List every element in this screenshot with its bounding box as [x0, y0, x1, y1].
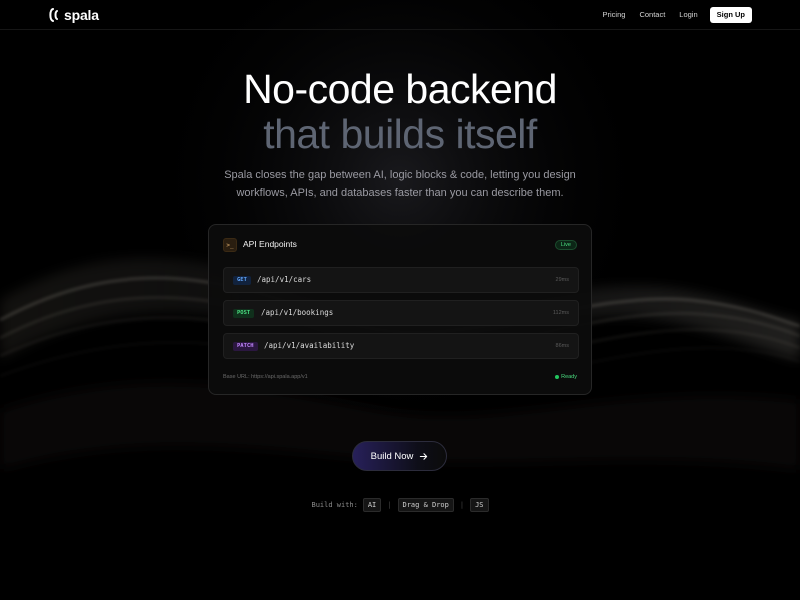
option-ai[interactable]: AI — [362, 498, 382, 512]
top-navigation: spala Pricing Contact Login Sign Up — [0, 0, 800, 30]
nav-link-login[interactable]: Login — [679, 10, 697, 19]
ready-label: Ready — [561, 374, 577, 380]
nav-links: Pricing Contact Login Sign Up — [603, 6, 752, 23]
hero-subtitle: Spala closes the gap between AI, logic b… — [200, 166, 600, 202]
endpoint-latency: 29ms — [555, 277, 569, 283]
hero-subtitle-line-2: workflows, APIs, and databases faster th… — [236, 187, 564, 199]
terminal-icon: >_ — [223, 238, 237, 252]
endpoint-latency: 112ms — [552, 310, 569, 316]
build-with-label: Build with: — [311, 501, 358, 509]
nav-link-pricing[interactable]: Pricing — [603, 10, 626, 19]
method-badge-patch: PATCH — [233, 342, 258, 351]
live-status-badge: Live — [554, 240, 577, 250]
build-now-label: Build Now — [370, 450, 414, 462]
option-drag-and-drop[interactable]: Drag & Drop — [397, 498, 454, 512]
endpoint-path: /api/v1/cars — [257, 275, 312, 284]
brand-name: spala — [64, 6, 99, 23]
separator: | — [459, 501, 465, 509]
arrow-right-icon — [420, 452, 428, 460]
endpoint-row[interactable]: PATCH /api/v1/availability 86ms — [223, 333, 579, 359]
endpoint-row[interactable]: GET /api/v1/cars 29ms — [223, 267, 579, 293]
api-endpoints-card: >_ API Endpoints Live GET /api/v1/cars 2… — [208, 224, 592, 395]
endpoint-latency: 86ms — [555, 343, 569, 349]
spala-logo-icon — [49, 7, 58, 22]
method-badge-post: POST — [233, 309, 255, 318]
endpoint-row[interactable]: POST /api/v1/bookings 112ms — [223, 300, 579, 326]
nav-link-contact[interactable]: Contact — [639, 10, 665, 19]
endpoint-path: /api/v1/bookings — [261, 308, 334, 317]
build-with-options: Build with: AI | Drag & Drop | JS — [0, 498, 800, 512]
status-dot-icon — [555, 375, 560, 379]
option-js[interactable]: JS — [470, 498, 489, 512]
hero-heading: No-code backend that builds itself — [0, 66, 800, 156]
hero-title-line-2: that builds itself — [263, 111, 537, 157]
build-now-button[interactable]: Build Now — [352, 441, 447, 471]
separator: | — [387, 501, 392, 509]
brand-logo[interactable]: spala — [48, 6, 99, 23]
method-badge-get: GET — [233, 276, 251, 285]
card-header: >_ API Endpoints Live — [223, 238, 577, 253]
ready-status: Ready — [555, 374, 577, 380]
hero-subtitle-line-1: Spala closes the gap between AI, logic b… — [224, 169, 576, 181]
sign-up-button[interactable]: Sign Up — [709, 6, 752, 23]
card-footer: Base URL: https://api.spala.app/v1 Ready — [223, 374, 577, 382]
card-title: API Endpoints — [243, 239, 297, 249]
base-url: Base URL: https://api.spala.app/v1 — [223, 374, 308, 380]
hero-title-line-1: No-code backend — [243, 66, 557, 112]
endpoint-path: /api/v1/availability — [264, 341, 355, 350]
